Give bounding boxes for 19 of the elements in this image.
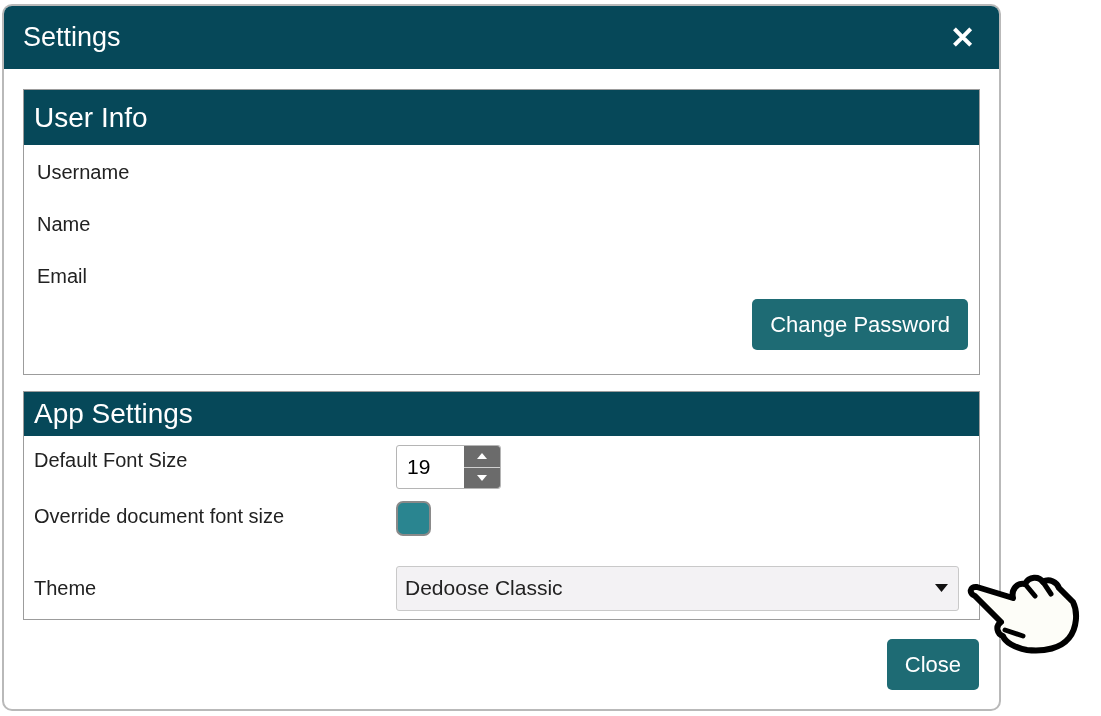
- change-password-button[interactable]: Change Password: [752, 299, 968, 350]
- close-button[interactable]: Close: [886, 639, 979, 690]
- dropdown-value: Dedoose Classic: [405, 575, 563, 602]
- field-label: Username: [37, 160, 131, 185]
- section-title: User Info: [34, 100, 148, 135]
- section-title: App Settings: [34, 397, 193, 431]
- caret-icon: [935, 584, 948, 592]
- increment-icon[interactable]: [464, 446, 500, 467]
- font-size-spinner[interactable]: 19: [396, 445, 501, 489]
- setting-label: Override document font size: [33, 504, 286, 529]
- spinner-value: 19: [406, 454, 432, 481]
- field-label: Email: [37, 264, 88, 289]
- theme-dropdown[interactable]: Dedoose Classic: [396, 565, 959, 611]
- setting-label: Default Font Size: [33, 448, 189, 473]
- decrement-icon[interactable]: [464, 467, 500, 488]
- dialog-title: Settings: [23, 21, 121, 55]
- checkbox[interactable]: [396, 501, 431, 536]
- field-label: Name: [37, 212, 92, 237]
- setting-label: Theme: [33, 576, 98, 601]
